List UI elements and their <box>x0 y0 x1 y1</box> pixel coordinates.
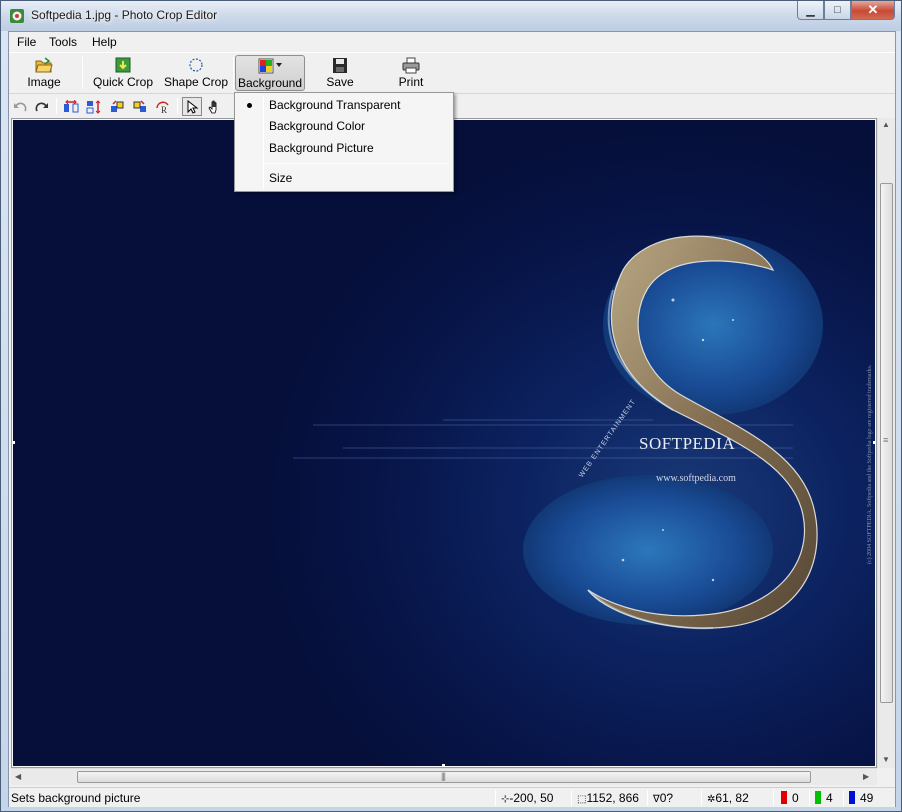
save-button[interactable]: Save <box>309 55 371 91</box>
scroll-up-icon[interactable]: ▲ <box>882 120 890 129</box>
menu-background-transparent[interactable]: Background Transparent <box>237 95 451 116</box>
menu-help[interactable]: Help <box>85 34 124 50</box>
status-cursor: ✲61, 82 <box>707 791 749 805</box>
vertical-scrollbar[interactable]: ▲ ≡ ▼ <box>877 118 895 768</box>
green-swatch <box>815 791 821 804</box>
shape-crop-icon <box>189 58 203 72</box>
close-button[interactable]: ✕ <box>851 1 895 20</box>
menu-size[interactable]: Size <box>237 168 451 189</box>
blue-swatch <box>849 791 855 804</box>
quick-crop-icon <box>115 57 131 73</box>
app-window: Softpedia 1.jpg - Photo Crop Editor ▁ □ … <box>0 0 902 812</box>
status-size: ⬚1152, 866 <box>577 791 639 805</box>
brand-url: www.softpedia.com <box>656 473 736 484</box>
status-green-value: 4 <box>815 791 833 805</box>
cursor-arrow-icon <box>187 99 199 114</box>
scroll-down-icon[interactable]: ▼ <box>882 755 890 764</box>
print-button-label: Print <box>398 75 424 89</box>
selected-bullet-icon <box>247 103 252 108</box>
menu-background-picture[interactable]: Background Picture <box>237 138 451 159</box>
pan-tool-button[interactable] <box>205 97 225 116</box>
image-button[interactable]: Image <box>15 55 73 91</box>
image-button-label: Image <box>27 75 61 89</box>
open-folder-icon <box>35 57 53 73</box>
softpedia-island-artwork <box>293 235 823 630</box>
free-rotate-button[interactable]: R <box>153 97 173 116</box>
horizontal-scrollbar[interactable]: ◀ ||| ▶ <box>11 768 877 785</box>
status-message: Sets background picture <box>11 791 141 805</box>
menu-bar: File Tools Help <box>9 32 895 52</box>
brand-text: SOFTPEDIA <box>639 434 736 453</box>
maximize-button[interactable]: □ <box>824 1 851 20</box>
background-dropdown-menu: Background Transparent Background Color … <box>234 92 454 192</box>
undo-icon <box>14 102 27 111</box>
scroll-right-icon[interactable]: ▶ <box>863 772 869 781</box>
floppy-save-icon <box>333 58 347 73</box>
print-button[interactable]: Print <box>381 55 441 91</box>
undo-button[interactable] <box>10 97 30 116</box>
caption-buttons: ▁ □ ✕ <box>797 1 895 21</box>
status-bar: Sets background picture ⊹-200, 50 ⬚1152,… <box>9 787 895 807</box>
angle-icon: ∇ <box>653 794 660 805</box>
background-button-label: Background <box>237 76 303 90</box>
main-toolbar: Image Quick Crop Shape Crop Background S… <box>9 52 895 94</box>
rotate-right-button[interactable] <box>130 97 150 116</box>
window-title: Softpedia 1.jpg - Photo Crop Editor <box>31 8 218 22</box>
hand-icon <box>208 100 217 113</box>
rotate-left-icon <box>111 99 124 112</box>
status-red-value: 0 <box>781 791 799 805</box>
title-bar[interactable]: Softpedia 1.jpg - Photo Crop Editor ▁ □ … <box>1 1 901 31</box>
quick-crop-button-label: Quick Crop <box>92 75 154 89</box>
rotate-right-icon <box>133 99 146 112</box>
printer-icon <box>402 57 420 74</box>
svg-text:R: R <box>161 105 167 114</box>
status-angle: ∇0? <box>653 791 674 805</box>
free-rotate-icon: R <box>156 101 169 114</box>
redo-icon <box>35 102 48 111</box>
photo: SOFTPEDIA www.softpedia.com WEB ENTERTAI… <box>13 120 875 766</box>
status-blue-value: 49 <box>849 791 873 805</box>
flip-vertical-button[interactable] <box>84 97 104 116</box>
background-colors-icon <box>258 58 282 74</box>
select-tool-button[interactable] <box>182 97 202 116</box>
redo-button[interactable] <box>32 97 52 116</box>
flip-vertical-icon <box>86 99 101 114</box>
save-button-label: Save <box>326 75 354 89</box>
shape-crop-button-label: Shape Crop <box>163 75 229 89</box>
flip-horizontal-icon <box>64 99 79 112</box>
app-icon <box>10 9 24 23</box>
red-swatch <box>781 791 787 804</box>
menu-tools[interactable]: Tools <box>42 34 84 50</box>
background-button[interactable]: Background <box>235 55 305 91</box>
quick-crop-button[interactable]: Quick Crop <box>89 55 157 91</box>
scroll-left-icon[interactable]: ◀ <box>15 772 21 781</box>
legal-text: (c) 2004 SOFTPEDIA. Softpedia and the So… <box>867 364 873 564</box>
image-canvas[interactable]: SOFTPEDIA www.softpedia.com WEB ENTERTAI… <box>11 118 877 768</box>
menu-background-color[interactable]: Background Color <box>237 116 451 137</box>
shape-crop-button[interactable]: Shape Crop <box>161 55 231 91</box>
flip-horizontal-button[interactable] <box>61 97 81 116</box>
status-offset: ⊹-200, 50 <box>501 791 554 805</box>
menu-file[interactable]: File <box>10 34 43 50</box>
minimize-button[interactable]: ▁ <box>797 1 824 20</box>
rotate-left-button[interactable] <box>107 97 127 116</box>
